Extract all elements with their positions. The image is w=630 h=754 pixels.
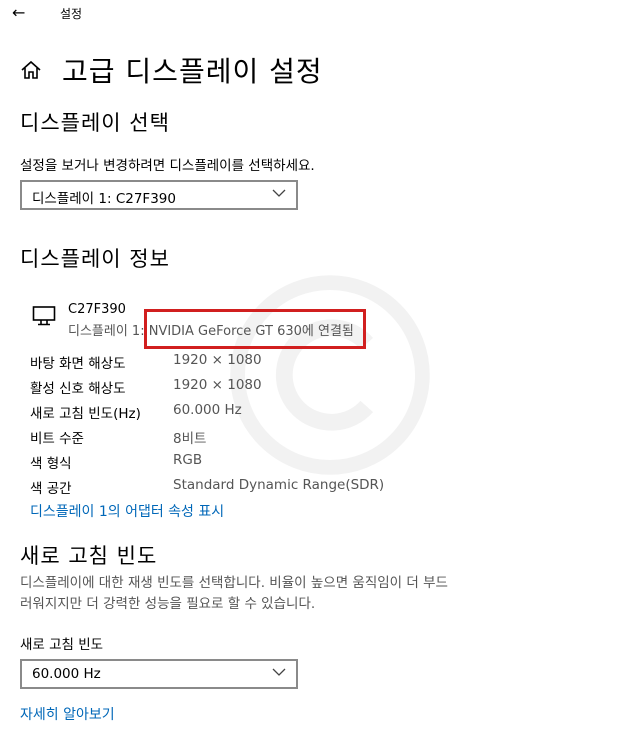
info-row-value: 1920 × 1080 [173,377,262,393]
display-info-heading: 디스플레이 정보 [20,247,170,271]
monitor-name: C27F390 [68,302,126,317]
chevron-down-icon [272,189,286,197]
refresh-rate-dropdown[interactable]: 60.000 Hz [20,659,298,689]
info-row-label: 비트 수준 [30,431,84,447]
monitor-icon [32,306,56,326]
info-row-value: Standard Dynamic Range(SDR) [173,477,385,493]
info-row-label: 활성 신호 해상도 [30,381,126,397]
highlight-annotation-box [144,309,366,349]
page-title: 고급 디스플레이 설정 [62,55,323,88]
select-display-instruction: 설정을 보거나 변경하려면 디스플레이를 선택하세요. [20,158,315,174]
refresh-rate-value: 60.000 Hz [32,666,101,682]
info-row-value: 8비트 [173,431,207,447]
info-row-value: 1920 × 1080 [173,352,262,368]
info-row-value: RGB [173,452,203,468]
learn-more-link[interactable]: 자세히 알아보기 [20,704,115,724]
window-title: 설정 [60,7,83,21]
display-select-value: 디스플레이 1: C27F390 [32,191,176,207]
info-row-label: 바탕 화면 해상도 [30,356,126,372]
info-row-label: 색 형식 [30,456,72,472]
adapter-properties-link[interactable]: 디스플레이 1의 어댑터 속성 표시 [30,501,224,521]
refresh-rate-heading: 새로 고침 빈도 [20,544,158,568]
back-arrow-icon[interactable]: ← [12,3,25,22]
watermark-logo [230,275,430,475]
home-icon[interactable] [20,60,42,80]
refresh-rate-field-label: 새로 고침 빈도 [20,637,104,653]
chevron-down-icon [272,668,286,676]
select-display-heading: 디스플레이 선택 [20,111,170,135]
refresh-rate-description: 디스플레이에 대한 재생 빈도를 선택합니다. 비율이 높으면 움직임이 더 부… [20,575,448,612]
info-row-label: 색 공간 [30,481,72,497]
info-row-label: 새로 고침 빈도(Hz) [30,406,141,422]
info-row-value: 60.000 Hz [173,402,242,418]
display-select-dropdown[interactable]: 디스플레이 1: C27F390 [20,180,298,210]
